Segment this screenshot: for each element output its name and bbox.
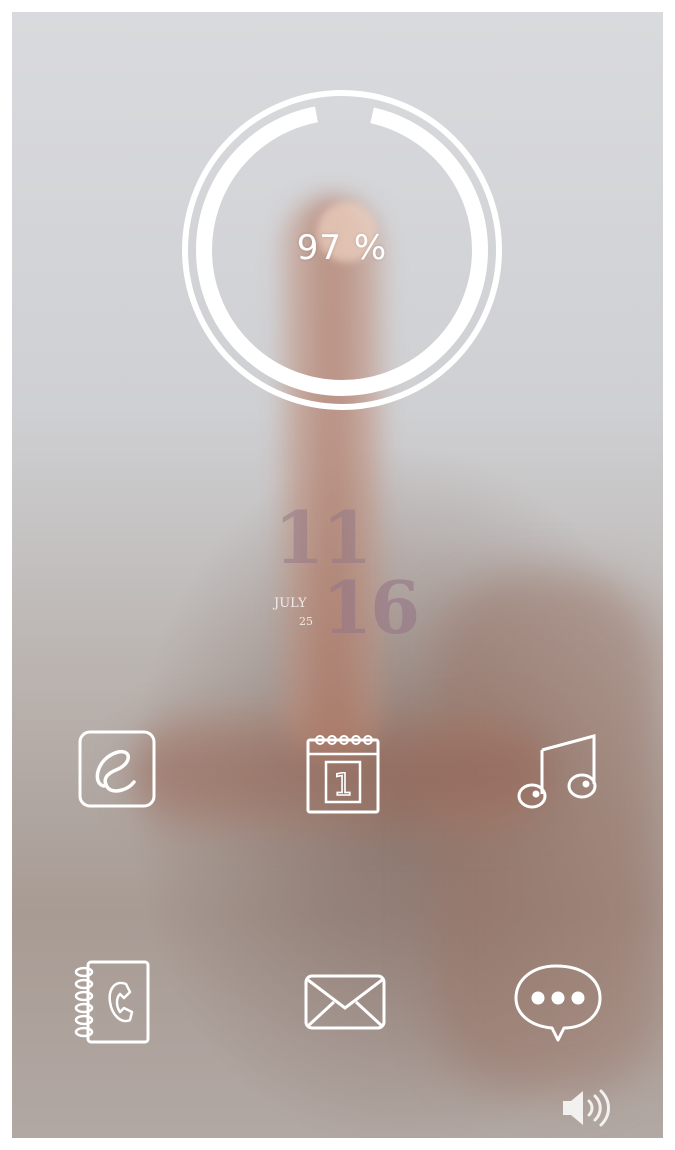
speaker-volume-icon[interactable] — [557, 1087, 617, 1129]
music-app-button[interactable] — [502, 714, 612, 824]
calendar-app-button[interactable]: 1 — [288, 714, 398, 824]
messaging-app-button[interactable] — [504, 944, 614, 1054]
clock-day: 25 — [299, 615, 313, 628]
clock-month: JULY — [274, 596, 307, 611]
clock-hour: 11 — [274, 495, 372, 580]
envelope-icon — [304, 974, 386, 1030]
browser-e-icon — [78, 730, 156, 808]
contacts-app-button[interactable] — [58, 944, 168, 1054]
calendar-date-number: 1 — [333, 768, 352, 803]
calendar-icon: 1 — [306, 735, 380, 814]
chat-bubble-icon — [514, 964, 602, 1042]
mail-app-button[interactable] — [288, 944, 398, 1054]
music-note-icon — [517, 734, 597, 809]
lock-screen: 97 % 11 JULY 25 16 1 — [12, 12, 663, 1138]
phonebook-icon — [74, 960, 150, 1044]
browser-app-button[interactable] — [62, 714, 172, 824]
battery-percent-label: 97 % — [296, 228, 388, 268]
clock-minute: 16 — [322, 565, 420, 650]
